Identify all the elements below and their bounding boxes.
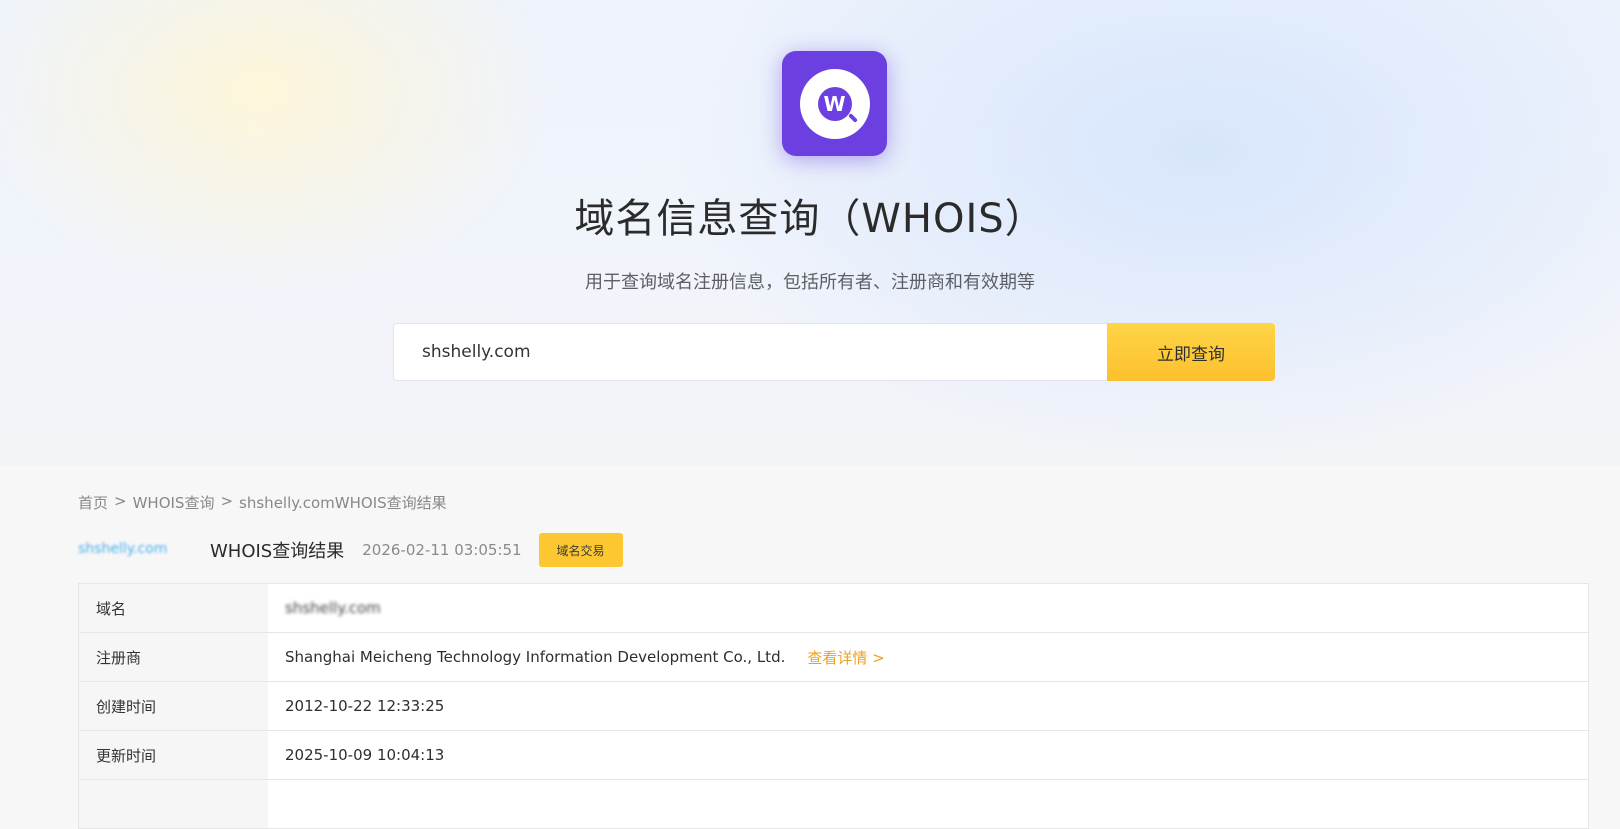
- breadcrumb-whois[interactable]: WHOIS查询: [133, 492, 215, 513]
- whois-logo-icon: W: [782, 51, 887, 156]
- table-row-updated: 更新时间 2025-10-09 10:04:13: [79, 731, 1588, 780]
- row-label: 创建时间: [79, 682, 268, 730]
- search-box: [393, 323, 1107, 381]
- result-title: WHOIS查询结果: [210, 541, 345, 562]
- row-label: 域名: [79, 584, 268, 632]
- breadcrumb-current: shshelly.comWHOIS查询结果: [239, 494, 447, 512]
- breadcrumb-separator: >: [114, 492, 127, 510]
- breadcrumb-separator: >: [220, 492, 234, 510]
- table-row-next: [79, 780, 1588, 829]
- row-value: [268, 780, 1588, 828]
- updated-value: 2025-10-09 10:04:13: [285, 746, 445, 764]
- row-label: 更新时间: [79, 731, 268, 779]
- row-value: shshelly.com: [268, 584, 1588, 632]
- table-row-registrar: 注册商 Shanghai Meicheng Technology Informa…: [79, 633, 1588, 682]
- created-value: 2012-10-22 12:33:25: [285, 697, 445, 715]
- table-row-created: 创建时间 2012-10-22 12:33:25: [79, 682, 1588, 731]
- row-value: Shanghai Meicheng Technology Information…: [268, 633, 1588, 681]
- row-label: [79, 780, 268, 828]
- row-label: 注册商: [79, 633, 268, 681]
- table-row-domain: 域名 shshelly.com: [79, 584, 1588, 633]
- page-subtitle: 用于查询域名注册信息，包括所有者、注册商和有效期等: [585, 272, 1035, 293]
- domain-trade-button[interactable]: 域名交易: [538, 533, 623, 567]
- registrar-value: Shanghai Meicheng Technology Information…: [285, 648, 786, 666]
- query-timestamp: 2026-02-11 03:05:51: [362, 541, 522, 559]
- magnifier-handle: [847, 112, 858, 123]
- breadcrumb: 首页 > WHOIS查询 > shshelly.comWHOIS查询结果: [78, 492, 447, 513]
- hero-banner: W 域名信息查询（WHOIS） 用于查询域名注册信息，包括所有者、注册商和有效期…: [0, 0, 1620, 466]
- whois-info-table: 域名 shshelly.com 注册商 Shanghai Meicheng Te…: [78, 583, 1589, 829]
- logo-letter: W: [817, 86, 852, 121]
- view-details-link[interactable]: 查看详情 >: [807, 647, 884, 668]
- breadcrumb-home[interactable]: 首页: [78, 492, 108, 513]
- domain-search-input[interactable]: [422, 342, 1107, 362]
- logo-magnifier: W: [799, 68, 870, 139]
- page-title: 域名信息查询（WHOIS）: [574, 196, 1046, 242]
- search-button[interactable]: 立即查询: [1107, 323, 1275, 381]
- domain-logo: shshelly.com: [78, 541, 168, 557]
- result-header: shshelly.com WHOIS查询结果 2026-02-11 03:05:…: [78, 533, 623, 567]
- domain-value: shshelly.com: [285, 599, 381, 617]
